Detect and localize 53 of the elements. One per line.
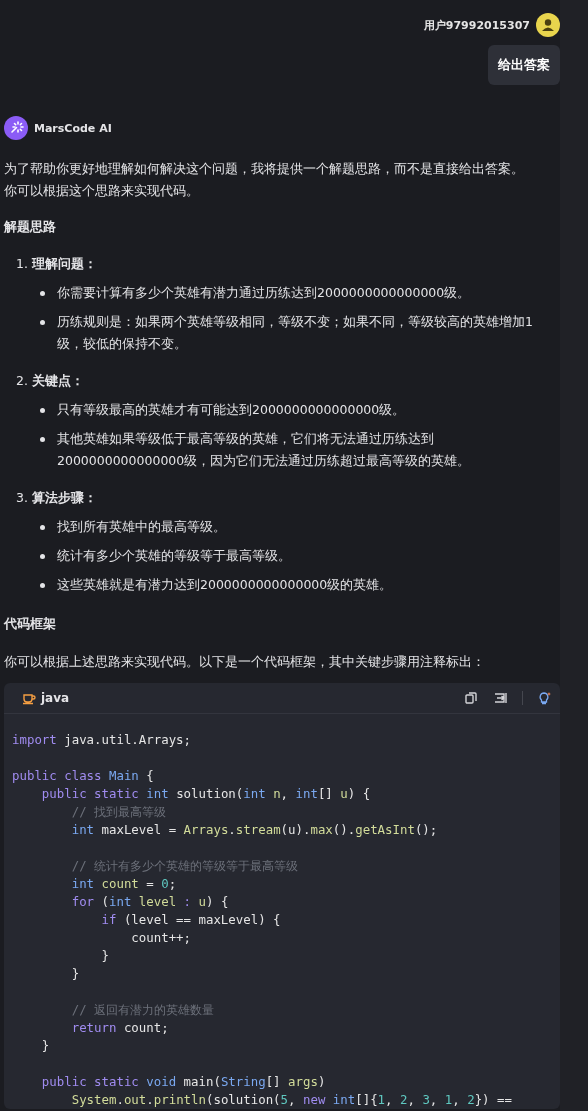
list-item-text: 其他英雄如果等级低于最高等级的英雄，它们将无法通过历练达到2000000000000000级，因为它们无法通过历练超过最高等级的英雄。: [57, 430, 472, 470]
code-line: return count;: [70, 1019, 169, 1037]
bullet-icon: [40, 291, 45, 296]
bullet-icon: [40, 408, 45, 413]
code-line: for (int level : u) {: [70, 893, 229, 911]
ai-avatar-icon: [4, 116, 28, 140]
code-line: }: [40, 1037, 50, 1055]
code-line: // 统计有多少个英雄的等级等于最高等级: [70, 857, 299, 875]
list-item-text: 历练规则是：如果两个英雄等级相同，等级不变；如果不同，等级较高的英雄增加1级，较低的保持不变。: [57, 313, 534, 353]
bullet-icon: [40, 320, 45, 325]
code-line: int count = 0;: [70, 875, 177, 893]
step-title: 算法步骤：: [31, 489, 97, 507]
code-line: import java.util.Arrays;: [12, 731, 192, 749]
list-item-text: 你需要计算有多少个英雄有潜力通过历练达到2000000000000000级。: [57, 284, 472, 302]
code-line: public static int solution(int n, int[] u) {: [40, 785, 371, 803]
message-bubble: 给出答案: [488, 45, 560, 85]
list-item-text: 找到所有英雄中的最高等级。: [57, 518, 227, 536]
insert-icon[interactable]: [493, 691, 507, 705]
code-line: }: [100, 947, 109, 965]
code-line: public class Main {: [12, 767, 154, 785]
list-item-text: 统计有多少个英雄的等级等于最高等级。: [57, 547, 292, 565]
code-line: System.out.println(solution(5, new int[]{1, 2, 3, 1, 2}) ==: [70, 1091, 512, 1109]
code-line: public static void main(String[] args): [40, 1073, 326, 1091]
code-line: }: [70, 965, 80, 983]
language-label: java: [41, 691, 71, 705]
section-heading: 解题思路: [4, 218, 57, 236]
list-number: 3.: [16, 489, 28, 507]
bullet-icon: [40, 554, 45, 559]
cup-icon: [22, 691, 36, 705]
copy-icon[interactable]: [464, 691, 478, 705]
assistant-name: MarsCode AI: [34, 121, 112, 135]
code-line: count++;: [130, 929, 192, 947]
step-title: 关键点：: [31, 372, 84, 390]
list-number: 1.: [16, 255, 28, 273]
list-item-text: 这些英雄就是有潜力达到2000000000000000级的英雄。: [57, 576, 394, 594]
code-line: // 返回有潜力的英雄数量: [70, 1001, 215, 1019]
paragraph: 为了帮助你更好地理解如何解决这个问题，我将提供一个解题思路，而不是直接给出答案。: [4, 160, 525, 178]
paragraph: 你可以根据上述思路来实现代码。以下是一个代码框架，其中关键步骤用注释标出：: [4, 653, 486, 671]
bullet-icon: [40, 437, 45, 442]
username: 用户97992015307: [423, 17, 530, 33]
bullet-icon: [40, 525, 45, 530]
code-line: if (level == maxLevel) {: [100, 911, 281, 929]
lightbulb-icon[interactable]: [538, 691, 552, 705]
code-line: int maxLevel = Arrays.stream(u).max().getAsInt();: [70, 821, 438, 839]
section-heading: 代码框架: [4, 615, 57, 633]
bullet-icon: [40, 583, 45, 588]
list-item-text: 只有等级最高的英雄才有可能达到2000000000000000级。: [57, 401, 407, 419]
user-avatar-icon: [536, 13, 560, 37]
list-number: 2.: [16, 372, 28, 390]
scrollbar-track[interactable]: [560, 0, 588, 1111]
code-line: // 找到最高等级: [70, 803, 167, 821]
paragraph: 你可以根据这个思路来实现代码。: [4, 182, 200, 200]
step-title: 理解问题：: [31, 255, 97, 273]
